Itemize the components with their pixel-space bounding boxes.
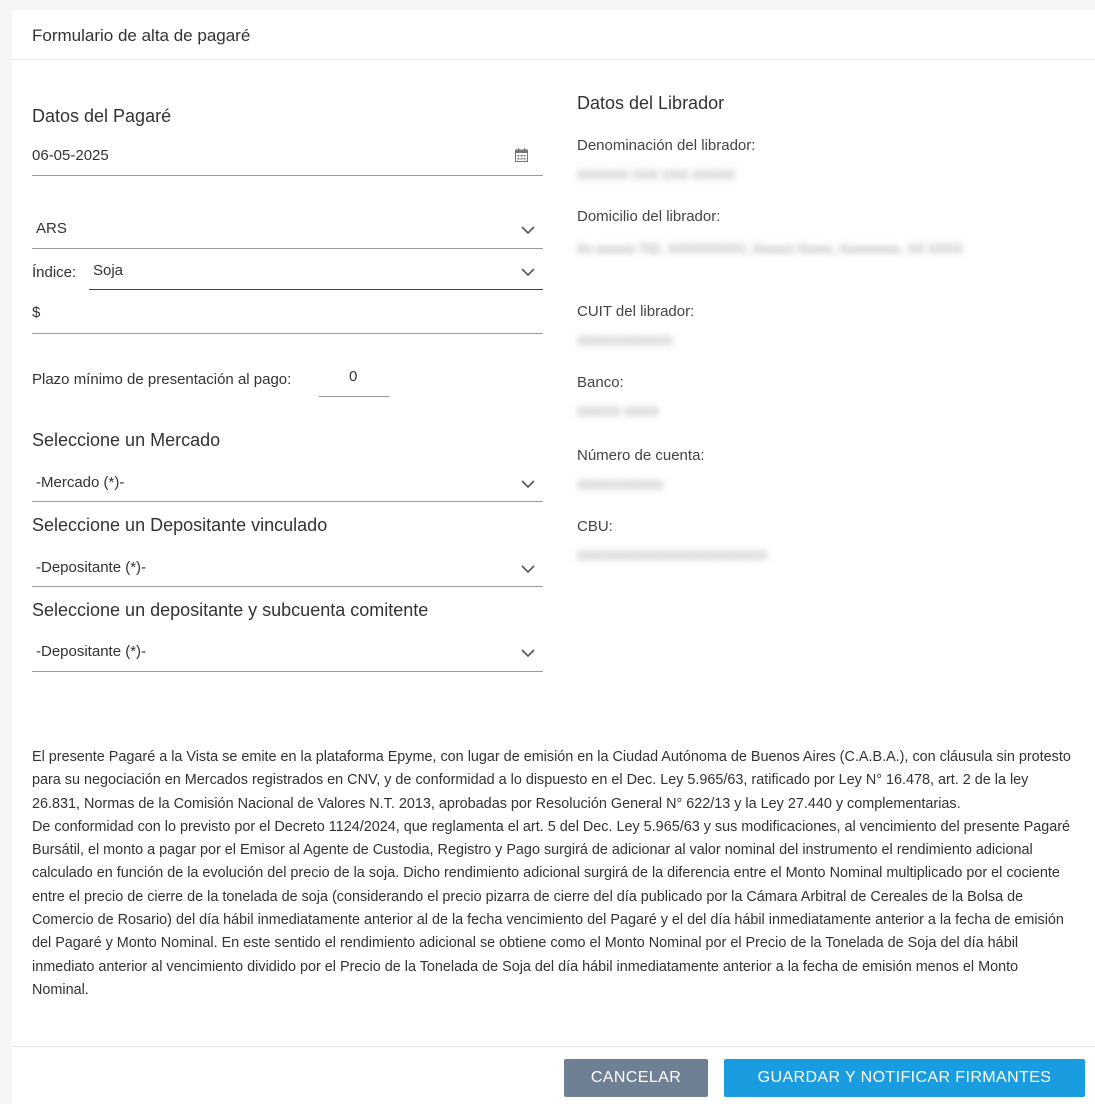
- fecha-input[interactable]: 06-05-2025: [32, 147, 109, 164]
- denominacion-value: XXXXXX XXX XXX XXXXX: [577, 167, 736, 182]
- mercado-underline: [32, 501, 543, 502]
- save-notify-button[interactable]: GUARDAR Y NOTIFICAR FIRMANTES: [724, 1059, 1085, 1097]
- cuenta-value: XXXXXXXXXX: [577, 477, 664, 492]
- dialog-title: Formulario de alta de pagaré: [12, 10, 1095, 60]
- chevron-down-icon[interactable]: [521, 268, 535, 277]
- domicilio-value: Xx xxxxxx 702, XXXXXXXXX, Xxxxxx Xxxxx, …: [577, 241, 963, 256]
- cancel-button[interactable]: CANCELAR: [564, 1059, 708, 1097]
- indice-underline: [89, 289, 543, 290]
- chevron-down-icon[interactable]: [521, 649, 535, 658]
- cuenta-label: Número de cuenta:: [577, 447, 705, 464]
- subcuenta-select[interactable]: -Depositante (*)-: [36, 643, 146, 660]
- cbu-label: CBU:: [577, 518, 613, 535]
- chevron-down-icon[interactable]: [521, 226, 535, 235]
- mercado-select[interactable]: -Mercado (*)-: [36, 474, 124, 491]
- footer-divider: [12, 1046, 1095, 1047]
- indice-label: Índice:: [32, 264, 77, 281]
- chevron-down-icon[interactable]: [521, 480, 535, 489]
- banco-label: Banco:: [577, 374, 624, 391]
- calendar-icon[interactable]: [515, 148, 528, 162]
- legal-paragraph-2: De conformidad con lo previsto por el De…: [32, 818, 1071, 998]
- monto-prefix: $: [32, 304, 41, 321]
- librador-section-title: Datos del Librador: [577, 93, 725, 113]
- moneda-select[interactable]: ARS: [36, 220, 67, 237]
- depositante-title: Seleccione un Depositante vinculado: [32, 515, 328, 535]
- plazo-label: Plazo mínimo de presentación al pago:: [32, 371, 292, 388]
- moneda-underline: [32, 248, 543, 249]
- domicilio-label: Domicilio del librador:: [577, 208, 721, 225]
- chevron-down-icon[interactable]: [521, 565, 535, 574]
- legal-text: El presente Pagaré a la Vista se emite e…: [32, 746, 1077, 1002]
- cuit-label: CUIT del librador:: [577, 303, 695, 320]
- plazo-underline: [319, 396, 389, 397]
- subcuenta-underline: [32, 671, 543, 672]
- fecha-underline: [32, 175, 543, 176]
- banco-value: XXXXX XXXX: [577, 404, 659, 419]
- pagare-form-dialog: Formulario de alta de pagaré Datos del P…: [12, 10, 1095, 1104]
- depositante-underline: [32, 586, 543, 587]
- cuit-value: XXXXXXXXXXX: [577, 333, 673, 348]
- monto-input-underline[interactable]: [32, 333, 543, 334]
- denominacion-label: Denominación del librador:: [577, 137, 756, 154]
- depositante-select[interactable]: -Depositante (*)-: [36, 559, 146, 576]
- indice-select[interactable]: Soja: [93, 262, 123, 279]
- mercado-title: Seleccione un Mercado: [32, 430, 221, 450]
- cbu-value: XXXXXXXXXXXXXXXXXXXXXX: [577, 548, 768, 563]
- subcuenta-title: Seleccione un depositante y subcuenta co…: [32, 600, 429, 620]
- pagare-section-title: Datos del Pagaré: [32, 106, 172, 126]
- legal-paragraph-1: El presente Pagaré a la Vista se emite e…: [32, 749, 1071, 812]
- plazo-input[interactable]: 0: [349, 368, 357, 385]
